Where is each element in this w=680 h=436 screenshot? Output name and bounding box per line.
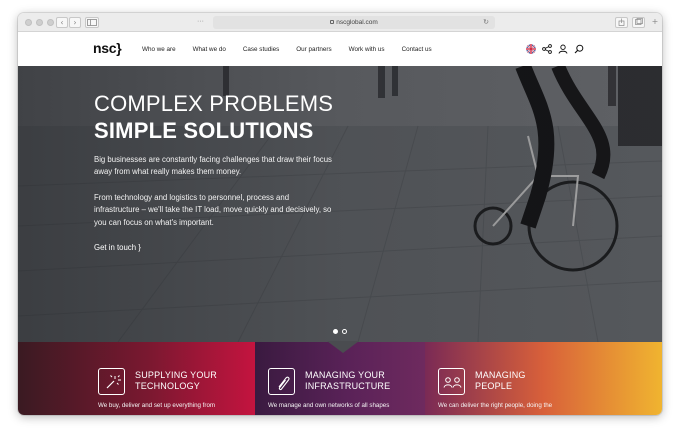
tabs-icon	[634, 18, 643, 25]
user-icon[interactable]	[558, 44, 568, 54]
hero-section: COMPLEX PROBLEMS SIMPLE SOLUTIONS Big bu…	[18, 66, 662, 342]
back-button[interactable]: ‹	[56, 17, 68, 28]
browser-window: ‹ › ··· nscglobal.com ↻ + nsc} Who we ar…	[18, 13, 662, 415]
tabs-overview-button[interactable]	[632, 17, 645, 28]
service-title-line1: SUPPLYING YOUR	[135, 370, 217, 380]
share-icon[interactable]	[542, 44, 552, 54]
service-title-line2: PEOPLE	[475, 381, 513, 391]
hero-heading-line1: COMPLEX PROBLEMS	[94, 91, 334, 116]
slide-dot-1[interactable]	[333, 329, 338, 334]
nav-our-partners[interactable]: Our partners	[296, 46, 331, 53]
service-title-line2: TECHNOLOGY	[135, 381, 201, 391]
close-window-button[interactable]	[25, 19, 32, 26]
more-button[interactable]: ···	[194, 17, 207, 28]
url-text: nscglobal.com	[336, 19, 378, 26]
service-card-technology[interactable]: SUPPLYING YOUR TECHNOLOGY We buy, delive…	[18, 342, 255, 415]
services-strip: SUPPLYING YOUR TECHNOLOGY We buy, delive…	[18, 341, 662, 415]
share-page-icon	[618, 18, 625, 26]
sidebar-toggle-button[interactable]	[85, 17, 99, 28]
nav-work-with-us[interactable]: Work with us	[349, 46, 385, 53]
minimize-window-button[interactable]	[36, 19, 43, 26]
nav-contact-us[interactable]: Contact us	[402, 46, 432, 53]
service-title-line2: INFRASTRUCTURE	[305, 381, 391, 391]
get-in-touch-link[interactable]: Get in touch }	[94, 243, 141, 252]
magic-wand-icon	[98, 368, 125, 395]
nav-who-we-are[interactable]: Who we are	[142, 46, 176, 53]
reload-icon[interactable]: ↻	[483, 16, 489, 29]
zoom-window-button[interactable]	[47, 19, 54, 26]
browser-toolbar: ‹ › ··· nscglobal.com ↻ +	[18, 13, 662, 32]
hero-heading-line2: SIMPLE SOLUTIONS	[94, 118, 314, 143]
service-description: We buy, deliver and set up everything fr…	[98, 402, 216, 409]
header-icons	[526, 32, 584, 66]
logo[interactable]: nsc}	[93, 38, 122, 58]
service-description: We manage and own networks of all shapes	[268, 402, 390, 409]
people-icon	[438, 368, 465, 395]
paperclip-icon	[268, 368, 295, 395]
hero-heading: COMPLEX PROBLEMS SIMPLE SOLUTIONS	[94, 90, 333, 144]
nav-case-studies[interactable]: Case studies	[243, 46, 279, 53]
hero-paragraph-1: Big businesses are constantly facing cha…	[94, 155, 332, 177]
nav-what-we-do[interactable]: What we do	[193, 46, 226, 53]
active-indicator-notch	[327, 341, 359, 353]
new-tab-button[interactable]: +	[650, 17, 660, 28]
main-nav: Who we are What we do Case studies Our p…	[142, 32, 449, 66]
lock-icon	[330, 20, 335, 24]
sidebar-icon	[87, 19, 97, 26]
share-page-button[interactable]	[615, 17, 628, 28]
service-title-line1: MANAGING YOUR	[305, 370, 385, 380]
hero-paragraph-2: From technology and logistics to personn…	[94, 193, 332, 227]
site-header: nsc} Who we are What we do Case studies …	[18, 32, 662, 66]
uk-flag-icon[interactable]	[526, 44, 536, 54]
forward-button[interactable]: ›	[69, 17, 81, 28]
address-bar[interactable]: nscglobal.com ↻	[213, 16, 495, 29]
service-title-line1: MANAGING	[475, 370, 526, 380]
service-card-people[interactable]: MANAGING PEOPLE We can deliver the right…	[425, 342, 662, 415]
slide-dot-2[interactable]	[342, 329, 347, 334]
search-icon[interactable]	[574, 44, 584, 54]
service-description: We can deliver the right people, doing t…	[438, 402, 553, 409]
